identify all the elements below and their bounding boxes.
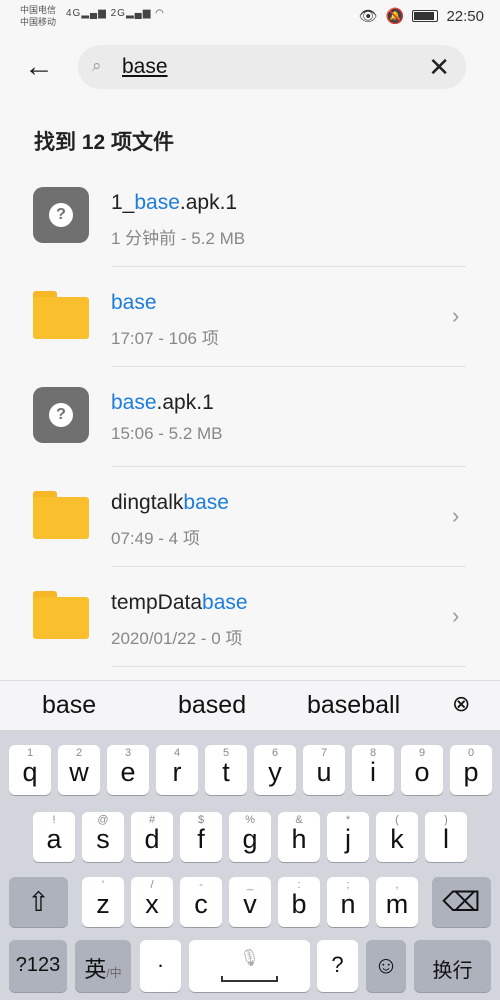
key-b[interactable]: :b xyxy=(278,877,320,927)
status-bar: 中国电信 中国移动 4G▂▄▆ 2G▂▄▆ ◠ 👁 🔕 22:50 xyxy=(0,0,500,36)
file-name: base.apk.1 xyxy=(111,391,214,414)
key-q[interactable]: 1q xyxy=(9,745,51,795)
file-row[interactable]: ? base.apk.1 15:06 - 5.2 MB xyxy=(0,367,500,467)
results-count: 找到 12 项文件 xyxy=(34,131,175,154)
shift-icon: ⇧ xyxy=(27,887,50,917)
microphone-icon: 🎙 xyxy=(239,950,260,967)
language-key[interactable]: 英/中 xyxy=(75,940,131,992)
emoji-icon: ☺ xyxy=(373,952,399,979)
file-row[interactable]: tempDatabase 2020/01/22 - 0 项 › xyxy=(0,567,500,667)
keyboard: 1 q 2 w 3 e 4 r 5 t 6 y 7 u 8 i 9 o 0 p ! a @ s # d $ f% g & h * j(k) l ' z… xyxy=(0,730,500,1000)
key-n[interactable]: ; n xyxy=(327,877,369,927)
key-i[interactable]: 8i xyxy=(352,745,394,795)
key-o[interactable]: 9o xyxy=(401,745,443,795)
key-g[interactable]: % g xyxy=(229,812,271,862)
folder-icon xyxy=(33,487,89,543)
key-s[interactable]: @ s xyxy=(82,812,124,862)
backspace-icon: ⌫ xyxy=(442,887,481,917)
key-e[interactable]: 3e xyxy=(107,745,149,795)
suggestion-item[interactable]: baseball xyxy=(307,691,400,720)
key-j[interactable]: * j xyxy=(327,812,369,862)
carrier-info: 中国电信 中国移动 xyxy=(20,5,57,27)
signal-icon: 4G▂▄▆ 2G▂▄▆ ◠ xyxy=(66,8,165,19)
search-bar[interactable]: ⌕ ✕ xyxy=(78,45,466,89)
clock: 22:50 xyxy=(446,7,484,25)
suggestion-item[interactable]: base xyxy=(42,691,96,720)
key-w[interactable]: 2w xyxy=(58,745,100,795)
chevron-right-icon: › xyxy=(452,303,460,328)
chevron-right-icon: › xyxy=(452,603,460,628)
numbers-key[interactable]: ?123 xyxy=(9,940,67,992)
file-name: dingtalkbase xyxy=(111,491,229,514)
search-icon: ⌕ xyxy=(92,56,102,75)
key-p[interactable]: 0p xyxy=(450,745,492,795)
suggestion-item[interactable]: based xyxy=(178,691,246,720)
key-l[interactable]: ) l xyxy=(425,812,467,862)
unknown-file-icon: ? xyxy=(33,387,89,443)
key-h[interactable]: & h xyxy=(278,812,320,862)
enter-key[interactable]: 换行 xyxy=(414,940,491,992)
key-k[interactable]: (k xyxy=(376,812,418,862)
eye-icon: 👁 xyxy=(358,8,378,25)
space-key[interactable]: 🎙 xyxy=(189,940,310,992)
suggestion-bar: base based baseball ⊗ xyxy=(0,680,500,730)
key-f[interactable]: $ f xyxy=(180,812,222,862)
file-name: base xyxy=(111,291,157,314)
dot-key[interactable]: · xyxy=(140,940,181,992)
unknown-file-icon: ? xyxy=(33,187,89,243)
key-c[interactable]: -c xyxy=(180,877,222,927)
key-d[interactable]: # d xyxy=(131,812,173,862)
key-m[interactable]: ,m xyxy=(376,877,418,927)
file-row[interactable]: base 17:07 - 106 项 › xyxy=(0,267,500,367)
question-key[interactable]: ? xyxy=(317,940,358,992)
key-x[interactable]: / x xyxy=(131,877,173,927)
search-input[interactable] xyxy=(122,53,412,81)
delete-key[interactable]: ⌫ xyxy=(432,877,491,927)
file-row[interactable]: ? 1_base.apk.1 1 分钟前 - 5.2 MB xyxy=(0,167,500,267)
chevron-right-icon: › xyxy=(452,503,460,528)
divider xyxy=(112,666,466,667)
shift-key[interactable]: ⇧ xyxy=(9,877,68,927)
key-v[interactable]: _ v xyxy=(229,877,271,927)
key-t[interactable]: 5t xyxy=(205,745,247,795)
mute-icon: 🔕 xyxy=(385,8,405,25)
file-meta: 07:49 - 4 项 xyxy=(111,529,200,548)
key-y[interactable]: 6y xyxy=(254,745,296,795)
back-button[interactable]: ← xyxy=(24,52,54,82)
file-name: 1_base.apk.1 xyxy=(111,191,238,214)
file-meta: 1 分钟前 - 5.2 MB xyxy=(111,229,246,248)
battery-icon xyxy=(412,10,439,22)
folder-icon xyxy=(33,587,89,643)
folder-icon xyxy=(33,287,89,343)
key-z[interactable]: ' z xyxy=(82,877,124,927)
file-list: ? 1_base.apk.1 1 分钟前 - 5.2 MB base 17:07 -… xyxy=(0,167,500,667)
file-meta: 15:06 - 5.2 MB xyxy=(111,424,223,443)
close-suggestions-icon[interactable]: ⊗ xyxy=(452,691,470,717)
file-meta: 2020/01/22 - 0 项 xyxy=(111,629,243,648)
key-a[interactable]: ! a xyxy=(33,812,75,862)
file-row[interactable]: dingtalkbase 07:49 - 4 项 › xyxy=(0,467,500,567)
key-r[interactable]: 4r xyxy=(156,745,198,795)
file-name: tempDatabase xyxy=(111,591,248,614)
file-meta: 17:07 - 106 项 xyxy=(111,329,219,348)
key-u[interactable]: 7u xyxy=(303,745,345,795)
clear-search-button[interactable]: ✕ xyxy=(428,52,450,83)
emoji-key[interactable]: ☺ xyxy=(366,940,406,992)
